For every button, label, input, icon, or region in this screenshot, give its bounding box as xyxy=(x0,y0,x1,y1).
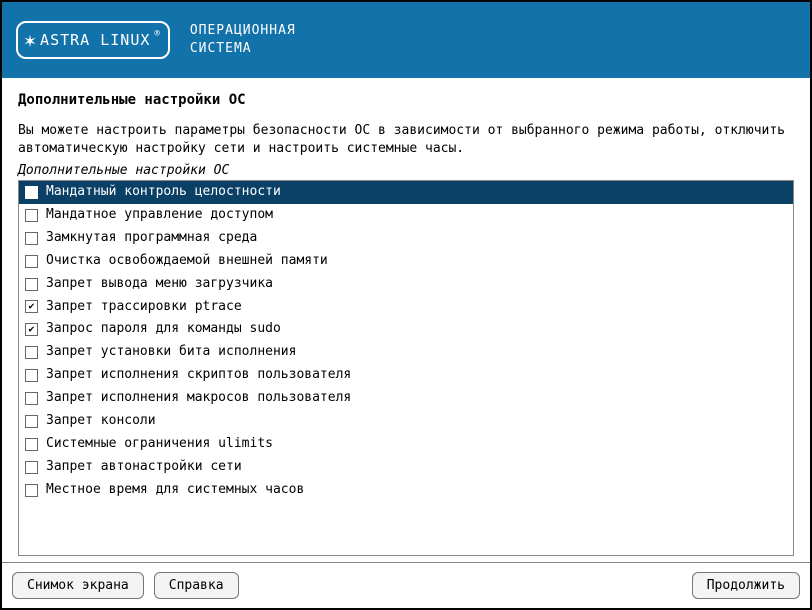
option-row[interactable]: Запрет исполнения скриптов пользователя xyxy=(19,364,793,387)
option-row[interactable]: Запрет автонастройки сети xyxy=(19,456,793,479)
installer-window: ✶ ASTRA LINUX ® ОПЕРАЦИОННАЯ СИСТЕМА Доп… xyxy=(0,0,812,610)
option-row[interactable]: Очистка освобождаемой внешней памяти xyxy=(19,250,793,273)
option-checkbox[interactable] xyxy=(25,369,38,382)
star-icon: ✶ xyxy=(24,30,36,50)
option-checkbox[interactable] xyxy=(25,392,38,405)
option-label: Мандатный контроль целостности xyxy=(46,184,281,201)
option-checkbox[interactable] xyxy=(25,484,38,497)
option-row[interactable]: Замкнутая программная среда xyxy=(19,227,793,250)
option-label: Запрет консоли xyxy=(46,413,156,430)
footer: Снимок экрана Справка Продолжить xyxy=(2,562,810,608)
astra-linux-logo: ✶ ASTRA LINUX ® xyxy=(16,21,170,59)
option-label: Запрос пароля для команды sudo xyxy=(46,321,281,338)
option-row[interactable]: Местное время для системных часов xyxy=(19,479,793,502)
option-label: Запрет установки бита исполнения xyxy=(46,344,296,361)
option-checkbox[interactable] xyxy=(25,232,38,245)
option-label: Запрет исполнения макросов пользователя xyxy=(46,390,351,407)
option-row[interactable]: Запрос пароля для команды sudo xyxy=(19,318,793,341)
option-label: Местное время для системных часов xyxy=(46,482,304,499)
option-checkbox[interactable] xyxy=(25,323,38,336)
option-label: Запрет автонастройки сети xyxy=(46,459,242,476)
continue-button[interactable]: Продолжить xyxy=(692,572,800,599)
header: ✶ ASTRA LINUX ® ОПЕРАЦИОННАЯ СИСТЕМА xyxy=(2,2,810,78)
subtitle-line2: СИСТЕМА xyxy=(190,40,296,58)
option-checkbox[interactable] xyxy=(25,346,38,359)
options-list[interactable]: Мандатный контроль целостности Мандатное … xyxy=(18,180,794,556)
option-label: Запрет трассировки ptrace xyxy=(46,299,242,316)
content-area: Дополнительные настройки ОС Вы можете на… xyxy=(2,78,810,562)
option-row[interactable]: Запрет установки бита исполнения xyxy=(19,341,793,364)
option-checkbox[interactable] xyxy=(25,209,38,222)
help-button[interactable]: Справка xyxy=(154,572,239,599)
option-label: Запрет вывода меню загрузчика xyxy=(46,276,273,293)
option-row[interactable]: Запрет исполнения макросов пользователя xyxy=(19,387,793,410)
option-label: Очистка освобождаемой внешней памяти xyxy=(46,253,328,270)
option-row[interactable]: Мандатное управление доступом xyxy=(19,204,793,227)
option-label: Замкнутая программная среда xyxy=(46,230,257,247)
page-title: Дополнительные настройки ОС xyxy=(18,92,794,108)
registered-icon: ® xyxy=(154,29,159,39)
option-checkbox[interactable] xyxy=(25,186,38,199)
option-checkbox[interactable] xyxy=(25,438,38,451)
option-label: Системные ограничения ulimits xyxy=(46,436,273,453)
page-description: Вы можете настроить параметры безопаснос… xyxy=(18,122,794,157)
option-label: Мандатное управление доступом xyxy=(46,207,273,224)
option-row[interactable]: Запрет вывода меню загрузчика xyxy=(19,273,793,296)
option-row[interactable]: Мандатный контроль целостности xyxy=(19,181,793,204)
option-row[interactable]: Запрет трассировки ptrace xyxy=(19,296,793,319)
logo-text: ASTRA LINUX xyxy=(40,31,150,49)
section-label: Дополнительные настройки ОС xyxy=(18,163,794,178)
screenshot-button[interactable]: Снимок экрана xyxy=(12,572,144,599)
option-checkbox[interactable] xyxy=(25,300,38,313)
option-row[interactable]: Системные ограничения ulimits xyxy=(19,433,793,456)
option-checkbox[interactable] xyxy=(25,461,38,474)
option-label: Запрет исполнения скриптов пользователя xyxy=(46,367,351,384)
option-checkbox[interactable] xyxy=(25,415,38,428)
header-subtitle: ОПЕРАЦИОННАЯ СИСТЕМА xyxy=(190,22,296,57)
option-checkbox[interactable] xyxy=(25,278,38,291)
option-row[interactable]: Запрет консоли xyxy=(19,410,793,433)
subtitle-line1: ОПЕРАЦИОННАЯ xyxy=(190,22,296,40)
option-checkbox[interactable] xyxy=(25,255,38,268)
